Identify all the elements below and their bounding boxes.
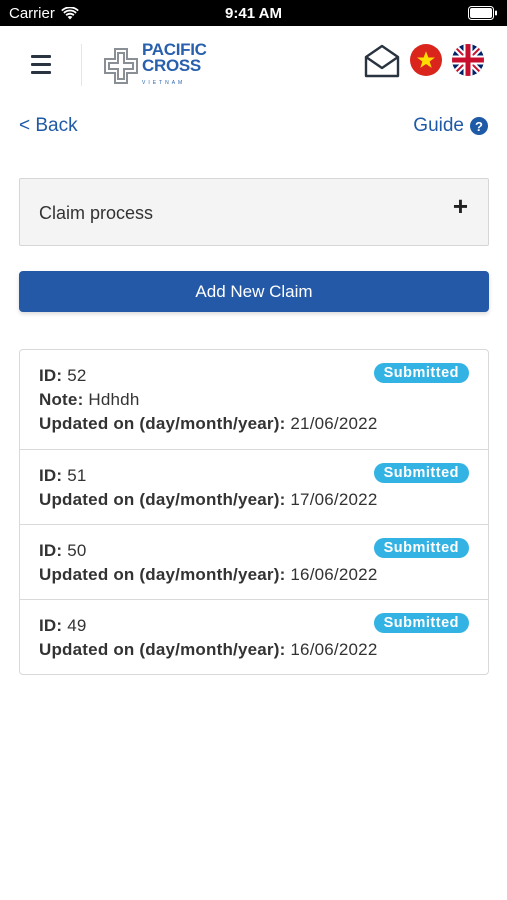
claim-updated-label: Updated on (day/month/year):: [39, 490, 286, 509]
status-badge: Submitted: [373, 613, 469, 633]
status-badge: Submitted: [373, 363, 469, 383]
claim-note-value: Hdhdh: [88, 390, 140, 409]
claim-updated-row: Updated on (day/month/year): 16/06/2022: [39, 563, 469, 587]
claim-updated-label: Updated on (day/month/year):: [39, 565, 286, 584]
claim-id-label: ID:: [39, 541, 63, 560]
app-header: PACIFIC CROSS VIETNAM: [0, 26, 507, 104]
claim-updated-value: 17/06/2022: [290, 490, 378, 509]
cross-logo-icon: [104, 48, 138, 84]
back-link[interactable]: < Back: [19, 115, 78, 137]
status-badge: Submitted: [373, 538, 469, 558]
claim-id-label: ID:: [39, 466, 63, 485]
nav-row: < Back Guide ?: [0, 104, 507, 150]
uk-flag-icon[interactable]: [452, 44, 484, 76]
claim-updated-row: Updated on (day/month/year): 17/06/2022: [39, 488, 469, 512]
claim-updated-value: 21/06/2022: [290, 414, 378, 433]
claim-updated-value: 16/06/2022: [290, 640, 378, 659]
guide-link[interactable]: Guide ?: [413, 115, 488, 137]
claim-updated-label: Updated on (day/month/year):: [39, 640, 286, 659]
logo-line-2: CROSS: [142, 55, 201, 75]
logo-subtitle: VIETNAM: [142, 79, 186, 86]
claims-list: ID: 52 Note: Hdhdh Updated on (day/month…: [19, 349, 489, 675]
claim-id-value: 51: [67, 466, 87, 485]
status-time: 9:41 AM: [225, 5, 282, 22]
claim-item[interactable]: ID: 49 Updated on (day/month/year): 16/0…: [20, 599, 488, 674]
mail-icon[interactable]: [363, 43, 401, 79]
claim-updated-row: Updated on (day/month/year): 16/06/2022: [39, 638, 469, 662]
guide-label: Guide: [413, 115, 464, 136]
claim-note-row: Note: Hdhdh: [39, 388, 469, 412]
claim-updated-label: Updated on (day/month/year):: [39, 414, 286, 433]
claim-item[interactable]: ID: 50 Updated on (day/month/year): 16/0…: [20, 524, 488, 599]
claim-process-accordion[interactable]: Claim process +: [19, 178, 489, 246]
claim-id-value: 50: [67, 541, 87, 560]
claim-updated-row: Updated on (day/month/year): 21/06/2022: [39, 412, 469, 436]
claim-updated-value: 16/06/2022: [290, 565, 378, 584]
claim-item[interactable]: ID: 52 Note: Hdhdh Updated on (day/month…: [20, 350, 488, 449]
battery-icon: [468, 6, 497, 20]
claim-id-label: ID:: [39, 366, 63, 385]
accordion-label: Claim process: [39, 203, 154, 223]
header-divider: [81, 44, 82, 86]
claim-id-label: ID:: [39, 616, 63, 635]
status-bar: Carrier 9:41 AM: [0, 0, 507, 26]
claim-note-label: Note:: [39, 390, 84, 409]
hamburger-menu-icon[interactable]: [28, 51, 54, 77]
vietnam-flag-icon[interactable]: [410, 44, 442, 76]
claim-item[interactable]: ID: 51 Updated on (day/month/year): 17/0…: [20, 449, 488, 524]
plus-icon[interactable]: +: [453, 193, 468, 219]
help-icon: ?: [470, 117, 488, 135]
claim-id-value: 49: [67, 616, 87, 635]
claim-id-value: 52: [67, 366, 87, 385]
status-badge: Submitted: [373, 463, 469, 483]
add-new-claim-button[interactable]: Add New Claim: [19, 271, 489, 312]
pacific-cross-logo: PACIFIC CROSS VIETNAM: [104, 41, 207, 87]
